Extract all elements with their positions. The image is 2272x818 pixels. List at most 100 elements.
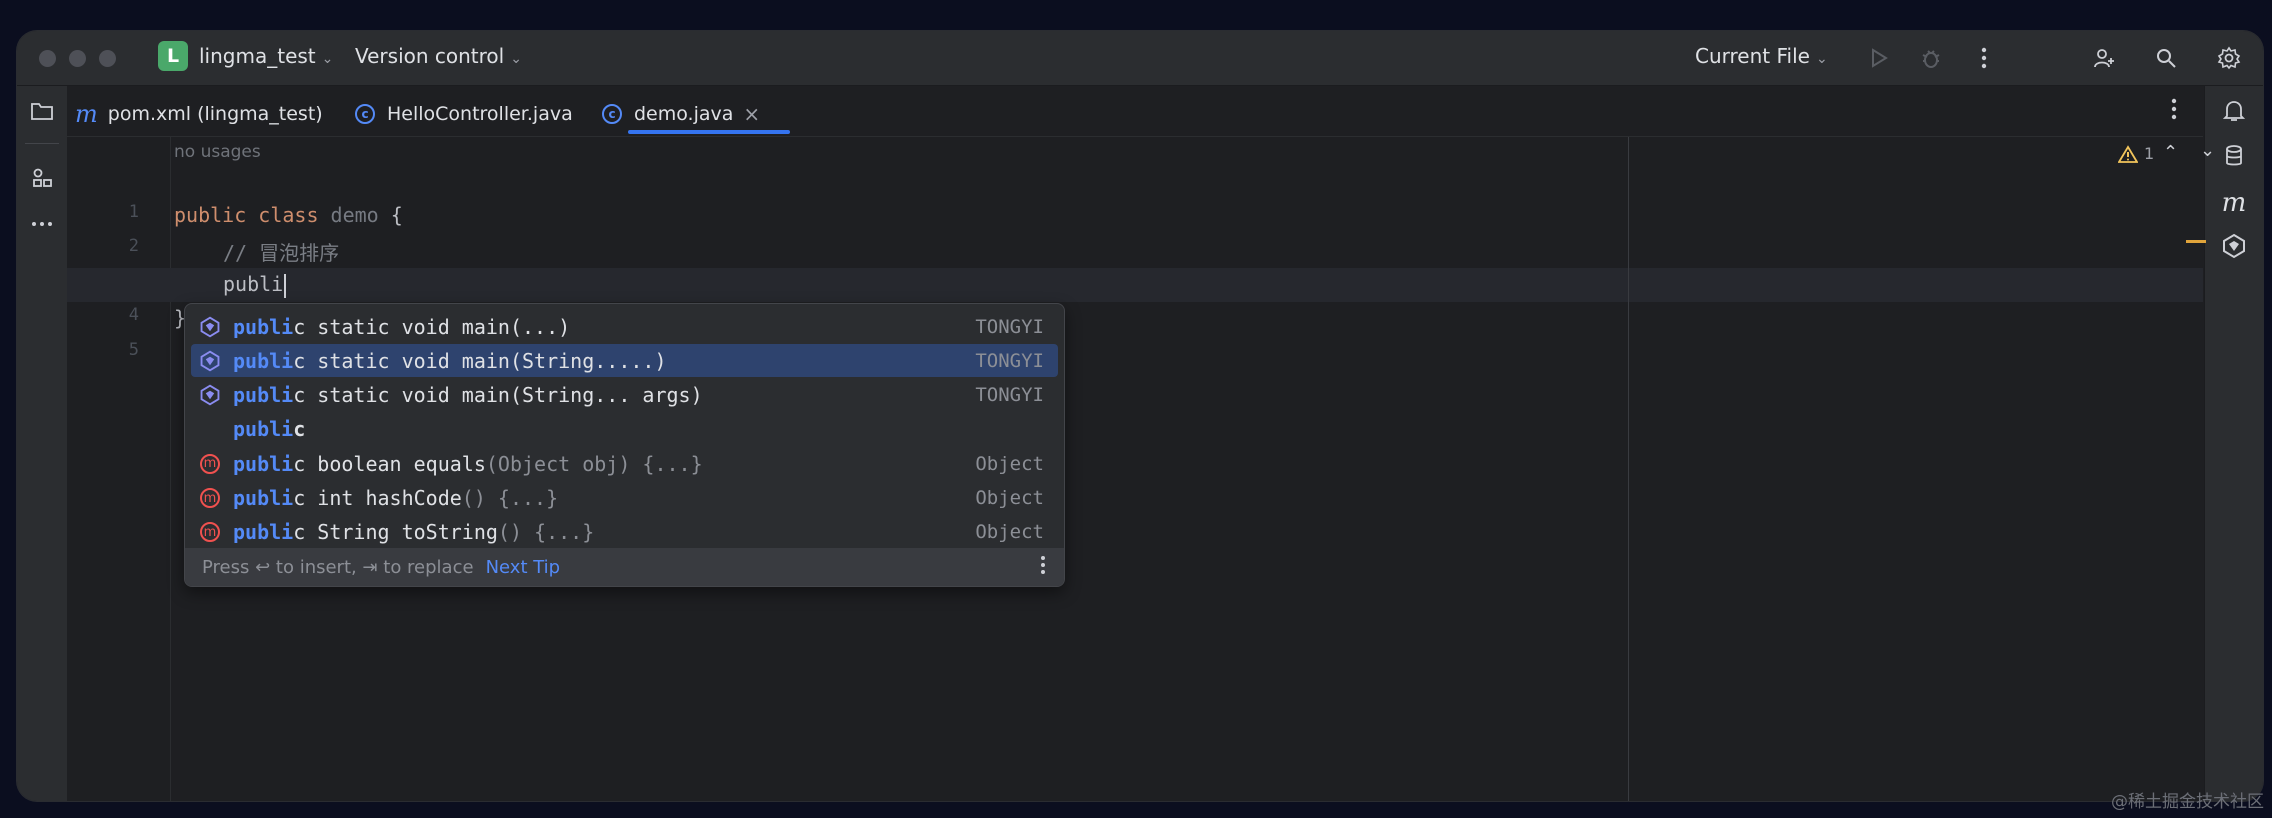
debug-button[interactable] — [1915, 42, 1947, 74]
tab-hello-controller[interactable]: c HelloController.java — [355, 98, 573, 130]
database-button[interactable] — [2219, 141, 2249, 171]
project-initial: L — [166, 45, 180, 67]
more-actions-button[interactable] — [1968, 42, 2000, 74]
run-config-label: Current File — [1695, 44, 1810, 68]
method-icon: m — [197, 522, 223, 543]
project-badge[interactable]: L — [158, 41, 188, 71]
more-vertical-icon — [1981, 47, 1987, 69]
match-highlight: publi — [233, 348, 294, 373]
notifications-button[interactable] — [2219, 96, 2249, 126]
previous-highlight-button[interactable]: ⌃ — [2163, 142, 2178, 163]
run-config-selector[interactable]: Current File ⌄ — [1695, 44, 1828, 68]
tab-label: pom.xml (lingma_test) — [107, 103, 323, 125]
warning-stripe-marker[interactable] — [2186, 240, 2206, 243]
chevron-down-icon: ⌄ — [321, 51, 334, 67]
keyword: public class — [174, 203, 319, 227]
completion-source: TONGYI — [975, 349, 1044, 372]
ide-window: L lingma_test ⌄ Version control ⌄ Current … — [17, 31, 2263, 801]
next-tip-link[interactable]: Next Tip — [486, 557, 561, 578]
line-number: 5 — [128, 340, 139, 360]
more-horizontal-icon — [32, 222, 52, 226]
completion-source: Object — [975, 452, 1044, 475]
completion-rest: c static void main(String.....) — [293, 348, 667, 373]
active-tab-indicator — [628, 130, 790, 134]
minimize-window-button[interactable] — [69, 50, 86, 67]
completion-rest: c static void main(...) — [293, 314, 571, 339]
settings-button[interactable] — [2213, 42, 2245, 74]
class-icon: c — [355, 104, 375, 124]
code-line-3: publi — [223, 272, 287, 298]
maven-button[interactable]: m — [2219, 188, 2249, 218]
database-icon — [2226, 145, 2242, 166]
completion-item[interactable]: public static void main(String... args) T… — [191, 379, 1058, 412]
chevron-down-icon: ⌄ — [2200, 140, 2216, 161]
tongyi-lingma-button[interactable] — [2219, 231, 2249, 261]
completion-item[interactable]: m public int hashCode() {...} Object — [191, 482, 1058, 515]
method-icon: m — [197, 488, 223, 508]
completion-rest: c boolean equals — [293, 451, 486, 476]
chevron-down-icon: ⌄ — [510, 51, 522, 67]
completion-rest: c String toString — [293, 520, 498, 545]
strip-divider — [25, 143, 59, 144]
completion-item[interactable]: m public boolean equals(Object obj) {...}… — [191, 447, 1058, 480]
tab-pom-xml[interactable]: m pom.xml (lingma_test) — [75, 98, 323, 130]
more-tools-button[interactable] — [27, 209, 57, 239]
completion-item[interactable]: public static void main(String.....) TONG… — [191, 344, 1058, 378]
tongyi-icon — [197, 350, 223, 372]
completion-item[interactable]: public — [191, 413, 1058, 446]
zoom-window-button[interactable] — [99, 50, 116, 67]
completion-rest: c static void main(String... args) — [293, 383, 703, 408]
popup-options-button[interactable] — [1040, 555, 1046, 580]
completion-signature: () {...} — [461, 486, 559, 510]
class-icon: c — [602, 104, 622, 124]
usages-hint[interactable]: no usages — [174, 142, 261, 162]
tongyi-icon — [2223, 233, 2245, 259]
completion-text: public static void main(String... args) — [233, 383, 975, 407]
completion-item[interactable]: public static void main(...) TONGYI — [191, 310, 1058, 343]
completion-source: Object — [975, 521, 1044, 544]
structure-tool-button[interactable] — [27, 163, 57, 193]
more-vertical-icon — [1041, 555, 1045, 574]
current-line-highlight — [67, 268, 2203, 302]
right-tool-strip: m — [2204, 86, 2263, 801]
class-name: demo — [330, 203, 379, 227]
match-highlight: publi — [233, 520, 294, 545]
chevron-down-icon: ⌄ — [1815, 51, 1828, 67]
completion-source: TONGYI — [975, 315, 1044, 338]
completion-item[interactable]: m public String toString() {...} Object — [191, 516, 1058, 549]
tab-options-button[interactable] — [2171, 98, 2177, 124]
next-highlight-button[interactable]: ⌄ — [2200, 140, 2215, 161]
line-number: 4 — [128, 305, 139, 325]
add-user-button[interactable] — [2088, 42, 2120, 74]
text-caret — [284, 273, 287, 298]
match-highlight: publi — [233, 383, 294, 408]
close-window-button[interactable] — [39, 50, 56, 67]
completion-signature: () {...} — [497, 520, 595, 545]
structure-icon — [33, 168, 52, 187]
title-bar: L lingma_test ⌄ Version control ⌄ Current … — [17, 31, 2263, 86]
match-highlight: publi — [233, 486, 294, 510]
maven-file-icon: m — [75, 100, 98, 128]
inspection-widget[interactable]: 1 — [2118, 144, 2154, 163]
search-button[interactable] — [2150, 42, 2182, 74]
more-vertical-icon — [2171, 98, 2177, 120]
version-control-menu[interactable]: Version control ⌄ — [355, 44, 522, 68]
maven-icon: m — [2221, 188, 2247, 218]
close-tab-icon[interactable]: × — [743, 102, 760, 126]
method-icon: m — [197, 453, 223, 474]
footer-hint: Press ↩ to insert, ⇥ to replace — [202, 556, 474, 578]
completion-rest: c — [293, 417, 306, 442]
tongyi-icon — [197, 316, 223, 338]
code-line-2: // 冒泡排序 — [223, 241, 340, 265]
line-number: 2 — [128, 236, 139, 256]
editor-tab-bar: m pom.xml (lingma_test) c HelloControlle… — [67, 86, 2203, 137]
completion-text: public boolean equals(Object obj) {...} — [233, 452, 975, 476]
project-selector[interactable]: lingma_test ⌄ — [199, 44, 333, 68]
project-name: lingma_test — [199, 44, 316, 68]
project-tool-button[interactable] — [27, 96, 57, 126]
tab-demo-java[interactable]: c demo.java × — [602, 98, 760, 130]
run-button[interactable] — [1863, 42, 1895, 74]
code-completion-popup[interactable]: public static void main(...) TONGYI public… — [184, 303, 1065, 587]
chevron-up-icon: ⌃ — [2163, 142, 2179, 163]
watermark: @稀土掘金技术社区 — [2111, 792, 2264, 812]
